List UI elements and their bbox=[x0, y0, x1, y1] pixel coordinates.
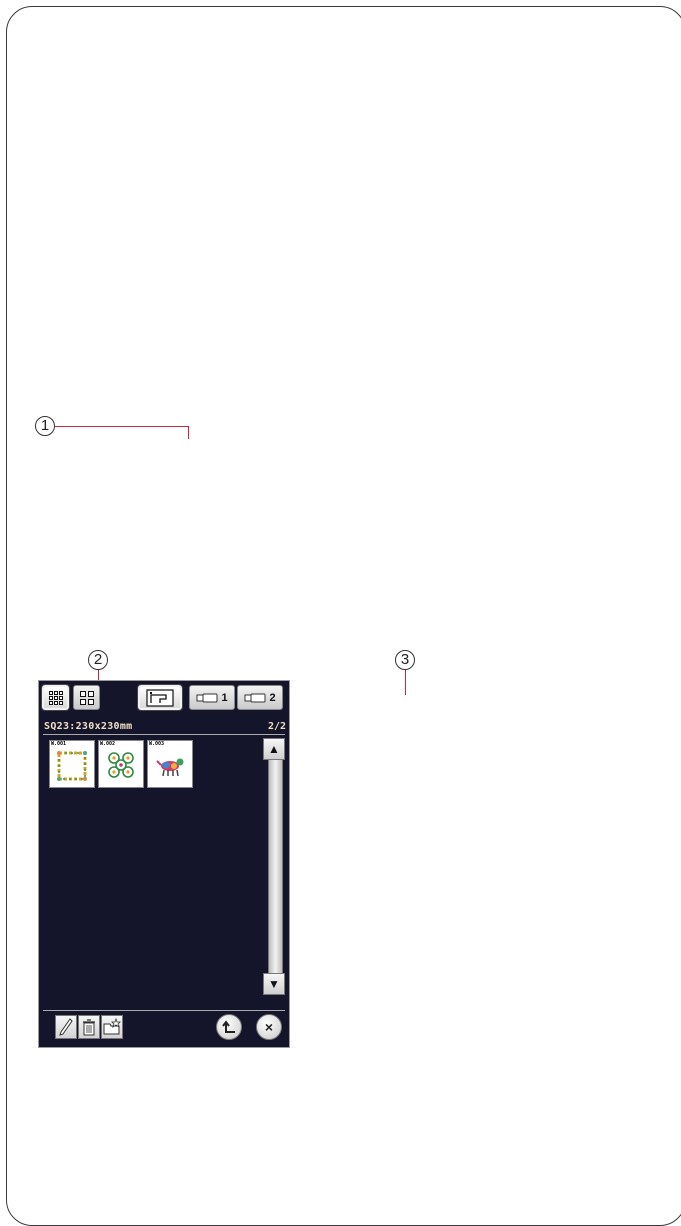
back-button[interactable] bbox=[216, 1014, 242, 1040]
scroll-down-button[interactable]: ▼ bbox=[263, 973, 285, 995]
file-title: SQ23:230x230mm bbox=[44, 721, 133, 732]
design-thumbnail[interactable]: W.002 bbox=[98, 740, 144, 788]
small-thumbnail-view-button[interactable] bbox=[73, 685, 100, 710]
usb-1-label: 1 bbox=[221, 691, 228, 704]
callout-1-leader-tick bbox=[188, 426, 189, 439]
frame-design-icon bbox=[57, 751, 87, 781]
usb-2-label: 2 bbox=[269, 691, 276, 704]
design-code: W.003 bbox=[149, 741, 165, 747]
usb-1-button[interactable]: 1 bbox=[189, 685, 235, 710]
usb-2-button[interactable]: 2 bbox=[237, 685, 283, 710]
design-code: W.002 bbox=[100, 741, 116, 747]
callout-2: 2 bbox=[88, 650, 108, 670]
bottom-divider bbox=[43, 1010, 285, 1011]
design-thumbnail[interactable]: W.003 bbox=[147, 740, 193, 788]
delete-button[interactable] bbox=[78, 1015, 100, 1039]
quilt-design-icon bbox=[108, 752, 134, 778]
embroidery-file-screen: 1 2 SQ23:230x230mm 2/2 W.001 W.002 W.003… bbox=[38, 680, 290, 1048]
design-code: W.001 bbox=[51, 741, 67, 747]
callout-3: 3 bbox=[395, 650, 415, 670]
new-folder-button[interactable] bbox=[101, 1015, 123, 1039]
machine-memory-button[interactable] bbox=[137, 684, 183, 711]
pencil-icon bbox=[59, 1018, 73, 1036]
scroll-up-button[interactable]: ▲ bbox=[263, 738, 285, 760]
grid-4-icon bbox=[79, 690, 94, 705]
sewing-machine-icon bbox=[146, 688, 174, 707]
close-button[interactable]: × bbox=[256, 1014, 282, 1040]
callout-1: 1 bbox=[35, 416, 55, 436]
return-arrow-icon bbox=[222, 1020, 235, 1033]
callout-3-leader bbox=[405, 670, 406, 695]
large-thumbnail-view-button[interactable] bbox=[41, 684, 70, 711]
animal-design-icon bbox=[156, 758, 184, 777]
design-thumbnail[interactable]: W.001 bbox=[49, 740, 95, 788]
rename-button[interactable] bbox=[55, 1015, 77, 1039]
grid-9-icon bbox=[48, 690, 63, 705]
callout-1-leader bbox=[55, 426, 189, 427]
trash-icon bbox=[83, 1019, 95, 1036]
title-divider bbox=[43, 734, 285, 735]
usb-stick-icon bbox=[196, 693, 218, 702]
usb-stick-icon bbox=[244, 693, 266, 702]
close-icon: × bbox=[264, 1019, 274, 1035]
scrollbar-track[interactable] bbox=[268, 759, 283, 987]
page-count: 2/2 bbox=[267, 721, 286, 732]
folder-star-icon bbox=[103, 1018, 121, 1035]
